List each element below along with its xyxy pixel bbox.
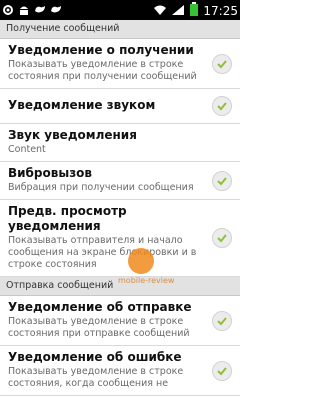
signal-icon bbox=[171, 1, 185, 20]
setting-row-error-notification[interactable]: Уведомление об ошибке Показывать уведомл… bbox=[0, 346, 240, 396]
checkmark-icon bbox=[217, 102, 227, 111]
setting-title: Уведомление об отправке bbox=[8, 300, 192, 314]
checkmark-icon bbox=[217, 176, 227, 185]
setting-title: Уведомление о получении bbox=[8, 43, 194, 57]
setting-title: Предв. просмотр уведомления bbox=[8, 204, 127, 233]
setting-row-send-notification[interactable]: Уведомление об отправке Показывать уведо… bbox=[0, 296, 240, 346]
setting-summary: Content bbox=[8, 144, 46, 155]
checkbox[interactable] bbox=[212, 360, 232, 381]
status-bar: 17:25 bbox=[0, 0, 240, 20]
setting-row-preview[interactable]: Предв. просмотр уведомления Показывать о… bbox=[0, 200, 240, 277]
twitter-bird-icon-2 bbox=[50, 2, 62, 16]
checkbox[interactable] bbox=[212, 310, 232, 331]
setting-title: Вибровызов bbox=[8, 166, 93, 180]
setting-summary: Показывать уведомление в строке состояни… bbox=[8, 366, 184, 389]
setting-row-vibrate[interactable]: Вибровызов Вибрация при получении сообще… bbox=[0, 162, 240, 200]
checkbox[interactable] bbox=[212, 96, 232, 116]
setting-summary: Показывать отправителя и начало сообщени… bbox=[8, 235, 197, 270]
setting-row-notification-sound[interactable]: Звук уведомления Content bbox=[0, 124, 240, 162]
checkbox[interactable] bbox=[212, 228, 232, 248]
notification-icons bbox=[2, 2, 62, 16]
setting-title: Уведомление об ошибке bbox=[8, 350, 182, 364]
checkmark-icon bbox=[217, 316, 227, 325]
setting-summary: Показывать уведомление в строке состояни… bbox=[8, 59, 197, 82]
battery-icon bbox=[189, 1, 199, 20]
watermark-text: mobile-review bbox=[118, 276, 175, 285]
settings-list[interactable]: Получение сообщений Уведомление о получе… bbox=[0, 20, 240, 400]
checkmark-icon bbox=[217, 59, 227, 68]
checkmark-icon bbox=[217, 366, 227, 375]
setting-title: Звук уведомления bbox=[8, 128, 137, 142]
clock: 17:25 bbox=[203, 3, 238, 18]
section-header-receive: Получение сообщений bbox=[0, 20, 240, 39]
gear-icon bbox=[2, 2, 14, 16]
android-icon bbox=[18, 2, 30, 16]
twitter-bird-icon bbox=[34, 2, 46, 16]
watermark-logo bbox=[128, 248, 154, 274]
setting-summary: Вибрация при получении сообщения bbox=[8, 182, 194, 193]
setting-row-receive-notification[interactable]: Уведомление о получении Показывать уведо… bbox=[0, 39, 240, 89]
checkbox[interactable] bbox=[212, 170, 232, 191]
setting-summary: Показывать уведомление в строке состояни… bbox=[8, 316, 190, 339]
wifi-icon bbox=[153, 1, 167, 20]
checkbox[interactable] bbox=[212, 53, 232, 74]
checkmark-icon bbox=[217, 234, 227, 243]
setting-row-sound-notification[interactable]: Уведомление звуком bbox=[0, 89, 240, 124]
setting-title: Уведомление звуком bbox=[8, 98, 156, 112]
